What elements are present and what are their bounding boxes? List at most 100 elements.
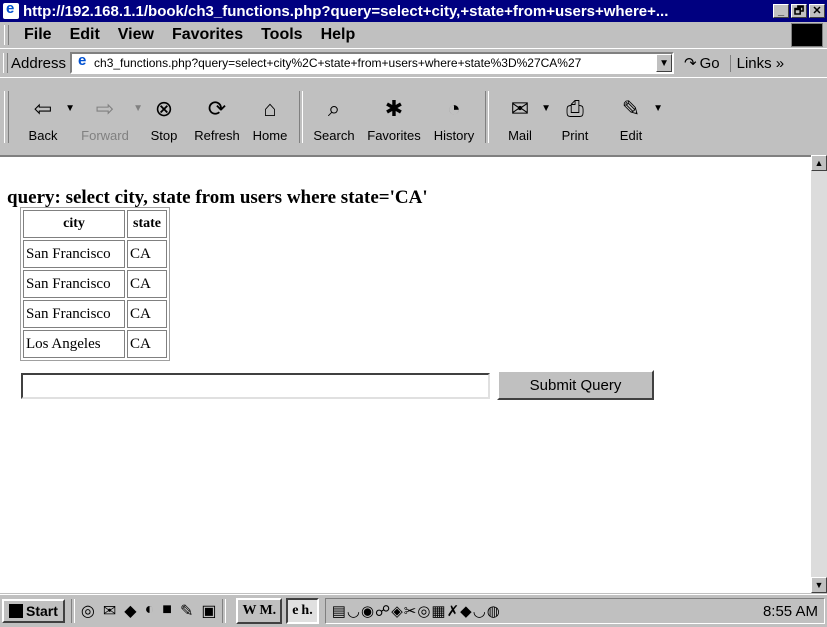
minimize-button[interactable]: _ <box>773 4 789 18</box>
favorites-label: Favorites <box>367 127 421 143</box>
address-dropdown-button[interactable]: ▼ <box>656 54 673 72</box>
notepad-icon[interactable]: ✎ <box>180 601 193 621</box>
outlook-icon[interactable]: ✉ <box>103 601 116 621</box>
search-button[interactable]: ⌕ Search <box>307 87 361 147</box>
favorites-icon: ✱ <box>384 95 404 121</box>
media-player-icon[interactable]: ◐ <box>145 601 155 621</box>
table-row: San Francisco CA <box>23 240 167 268</box>
mail-label: Mail <box>508 127 532 143</box>
query-heading: query: select city, state from users whe… <box>7 187 428 208</box>
toolbar-grip[interactable] <box>4 90 9 143</box>
clock[interactable]: 8:55 AM <box>763 603 818 620</box>
realplayer-icon[interactable]: ◆ <box>124 601 136 621</box>
mail-button[interactable]: ✉ Mail ▼ <box>493 87 551 147</box>
standard-toolbar: ⇦ Back ▼ ⇨ Forward ▼ ⊗ Stop ⟳ Refresh ⌂ … <box>0 77 827 156</box>
table-cell: CA <box>127 270 167 298</box>
toolbar-separator <box>485 90 489 143</box>
menu-edit[interactable]: Edit <box>61 26 109 44</box>
query-input[interactable] <box>21 373 490 399</box>
taskbar-item-label: h. <box>301 603 313 618</box>
go-button[interactable]: ↷ Go <box>684 54 720 73</box>
edit-label: Edit <box>619 127 643 143</box>
start-label: Start <box>26 603 58 619</box>
table-cell: San Francisco <box>23 240 125 268</box>
table-cell: San Francisco <box>23 270 125 298</box>
menu-favorites[interactable]: Favorites <box>163 26 252 44</box>
table-cell: CA <box>127 330 167 358</box>
stop-icon: ⊗ <box>154 95 174 121</box>
page-content: query: select city, state from users whe… <box>0 155 811 593</box>
word-icon: W <box>242 603 257 618</box>
toolbar-grip[interactable] <box>4 25 9 45</box>
internet-explorer-icon: e <box>292 603 299 618</box>
taskbar-item-label: M. <box>259 603 277 618</box>
scroll-up-button[interactable]: ▲ <box>811 155 827 171</box>
favorites-button[interactable]: ✱ Favorites <box>361 87 427 147</box>
forward-arrow-icon: ⇨ <box>95 95 115 121</box>
menu-file[interactable]: File <box>15 26 61 44</box>
home-button[interactable]: ⌂ Home <box>245 87 295 147</box>
back-label: Back <box>28 127 58 143</box>
quick-launch: ◎ ✉ ◆ ◐ ■ ✎ ▣ <box>81 601 217 621</box>
forward-button[interactable]: ⇨ Forward ▼ <box>71 87 143 147</box>
desktop-icon[interactable]: ■ <box>162 601 172 621</box>
submit-query-button[interactable]: Submit Query <box>497 370 654 400</box>
address-bar: Address ch3_functions.php?query=select+c… <box>0 48 827 78</box>
table-row: San Francisco CA <box>23 270 167 298</box>
table-row: Los Angeles CA <box>23 330 167 358</box>
start-button[interactable]: Start <box>2 599 65 623</box>
vertical-scrollbar[interactable]: ▲ ▼ <box>811 155 827 593</box>
taskbar-separator <box>222 599 227 623</box>
refresh-button[interactable]: ⟳ Refresh <box>189 87 245 147</box>
history-button[interactable]: ◔ History <box>427 87 481 147</box>
stop-button[interactable]: ⊗ Stop <box>139 87 189 147</box>
history-icon: ◔ <box>447 95 461 121</box>
refresh-icon: ⟳ <box>207 95 227 121</box>
forward-label: Forward <box>81 127 129 143</box>
edit-icon: ✎ <box>621 95 641 121</box>
internet-explorer-icon <box>3 0 19 19</box>
close-button[interactable]: ✕ <box>809 4 825 18</box>
refresh-label: Refresh <box>194 127 240 143</box>
taskbar-item-word[interactable]: W M. <box>236 598 283 624</box>
column-header-state: state <box>127 210 167 238</box>
links-button[interactable]: Links » <box>729 54 784 72</box>
back-arrow-icon: ⇦ <box>33 95 53 121</box>
menu-tools[interactable]: Tools <box>252 26 311 44</box>
address-input[interactable]: ch3_functions.php?query=select+city%2C+s… <box>70 52 675 74</box>
table-row: San Francisco CA <box>23 300 167 328</box>
search-icon: ⌕ <box>327 95 341 121</box>
go-label: Go <box>699 54 720 72</box>
maximize-button[interactable]: 🗗 <box>791 4 807 18</box>
title-bar: http://192.168.1.1/book/ch3_functions.ph… <box>0 0 827 22</box>
address-label: Address <box>11 54 67 72</box>
table-cell: San Francisco <box>23 300 125 328</box>
window-title: http://192.168.1.1/book/ch3_functions.ph… <box>23 2 669 20</box>
toolbar-grip[interactable] <box>3 53 8 73</box>
folder-icon[interactable]: ▣ <box>201 601 216 621</box>
internet-explorer-icon[interactable]: ◎ <box>81 601 95 621</box>
menu-bar: File Edit View Favorites Tools Help <box>0 22 827 49</box>
results-table: city state San Francisco CA San Francisc… <box>20 207 170 361</box>
windows-flag-icon <box>9 604 23 618</box>
mail-icon: ✉ <box>510 95 530 121</box>
taskbar-item-browser[interactable]: e h. <box>286 598 319 624</box>
tray-icons[interactable]: ▤◡◉☍◈✂◎▦✗◆◡◍ <box>332 602 501 620</box>
menu-view[interactable]: View <box>109 26 163 44</box>
table-cell: Los Angeles <box>23 330 125 358</box>
table-cell: CA <box>127 300 167 328</box>
column-header-city: city <box>23 210 125 238</box>
address-value: ch3_functions.php?query=select+city%2C+s… <box>94 56 582 70</box>
back-button[interactable]: ⇦ Back ▼ <box>15 87 75 147</box>
search-label: Search <box>313 127 355 143</box>
scroll-down-button[interactable]: ▼ <box>811 577 827 593</box>
table-header-row: city state <box>23 210 167 238</box>
table-cell: CA <box>127 240 167 268</box>
page-icon <box>75 52 91 71</box>
menu-help[interactable]: Help <box>312 26 365 44</box>
edit-dropdown-icon[interactable]: ▼ <box>653 103 663 114</box>
stop-label: Stop <box>150 127 178 143</box>
print-button[interactable]: ⎙ Print <box>547 87 603 147</box>
windows-logo-icon <box>791 23 823 47</box>
edit-button[interactable]: ✎ Edit ▼ <box>603 87 663 147</box>
